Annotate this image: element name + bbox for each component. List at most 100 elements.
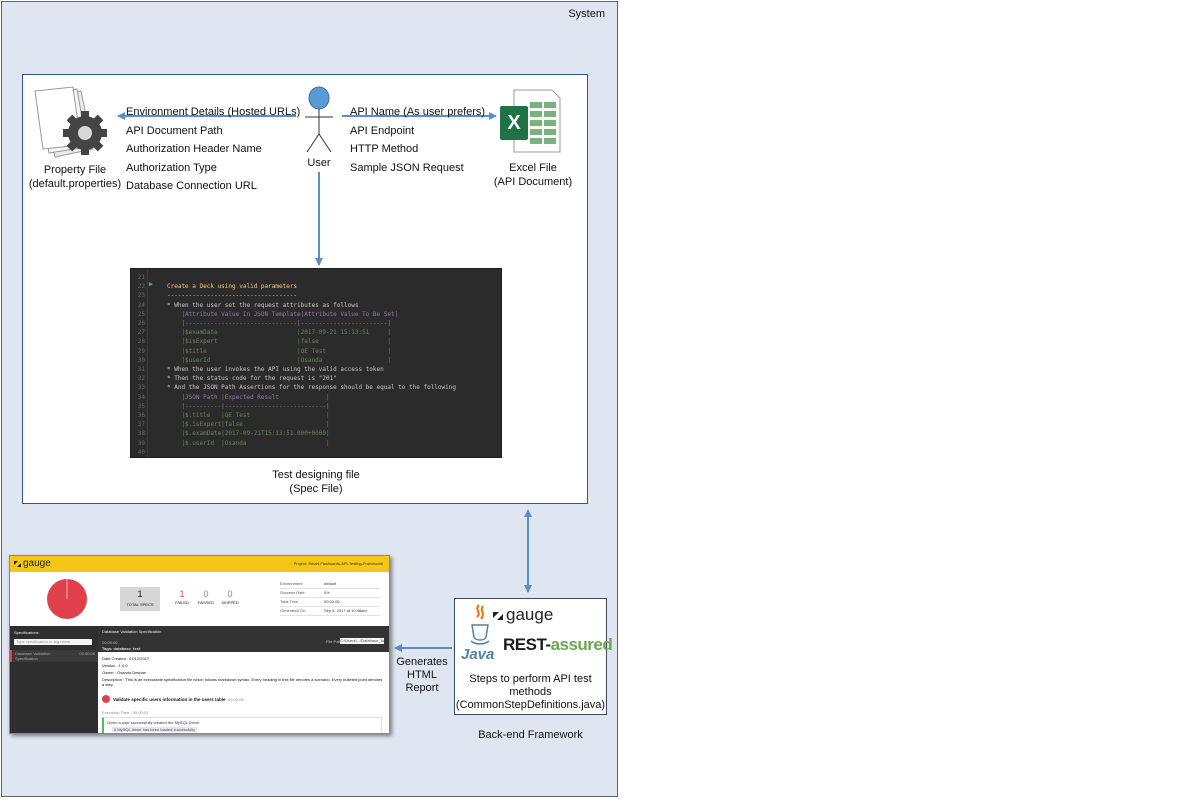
spec-tags: Tags: database_test — [102, 646, 141, 651]
env-row: Generated On Sep 5, 2017 at 10:48am — [280, 607, 380, 616]
code-line: 35 |----------|-------------------------… — [131, 402, 501, 411]
line-text: |-------------------------------|-------… — [167, 320, 391, 327]
line-text: |$isExpert |false | — [167, 338, 391, 346]
spec-header: Database Validation Specification File P… — [98, 626, 389, 652]
line-number: 26 — [137, 320, 145, 327]
java-cup-icon — [470, 604, 490, 645]
line-number: 40 — [137, 448, 145, 456]
spec-caption-line2: (Spec File) — [289, 483, 343, 495]
generates-report-label: Generates HTML Report — [392, 656, 452, 695]
step-text: Given a user successfully created the My… — [107, 720, 200, 725]
line-number: 37 — [137, 421, 145, 429]
passed-stat: 0 PASSED — [194, 589, 218, 605]
line-text: |$title |QE Test | — [167, 347, 391, 355]
total-specs-label: TOTAL SPECS — [126, 602, 154, 607]
html-report-screenshot: gauge Project: Smart-Flashcards-API-Test… — [9, 555, 390, 734]
line-number: 34 — [137, 393, 145, 401]
line-number: 39 — [137, 439, 145, 447]
report-project-title: Project: Smart-Flashcards-API-Testing-Fr… — [293, 561, 383, 566]
generates-line2: HTML — [407, 669, 437, 681]
failed-value: 1 — [179, 589, 185, 599]
property-file-label-line2: (default.properties) — [28, 178, 122, 190]
code-line: 21 — [131, 273, 501, 282]
backend-desc-line2: methods — [509, 686, 552, 698]
report-summary: 1 TOTAL SPECS 1 FAILED 0 PASSED 0 SKIPPE… — [10, 572, 389, 626]
code-line: 28 |$isExpert |false | — [131, 337, 501, 346]
excel-file-label-line2: (API Document) — [493, 176, 573, 188]
excel-file-label-line1: Excel File — [509, 162, 557, 174]
line-text: * And the JSON Path Assertions for the r… — [167, 384, 456, 392]
line-text: |$examDate |2017-09-21 15:13:51 | — [167, 329, 391, 337]
env-key: Generated On — [280, 608, 306, 613]
backend-description: Steps to perform API test methods (Commo… — [455, 673, 606, 712]
api-detail-item: HTTP Method — [350, 143, 419, 155]
backend-desc-line3: (CommonStepDefinitions.java) — [455, 699, 606, 711]
env-row: Success Rate 0% — [280, 589, 380, 598]
env-key: Total Time — [280, 599, 299, 604]
rest-logo-part2: assured — [550, 635, 613, 654]
java-logo: Java — [461, 646, 495, 663]
excel-letter: X — [507, 112, 521, 134]
spec-file-caption: Test designing file (Spec File) — [255, 468, 377, 496]
api-detail-item: API Name (As user prefers) — [350, 106, 486, 118]
line-number: 25 — [137, 310, 145, 318]
code-line: 24 * When the user set the request attrib… — [131, 301, 501, 310]
spec-body-line: Date Created : 07/12/2017 — [102, 656, 150, 661]
code-line: 31 * When the user invokes the API using … — [131, 365, 501, 374]
step-message: # MySQL driver has been loaded successfu… — [112, 727, 198, 732]
line-text: |----------|----------------------------… — [167, 402, 330, 410]
report-main: Database Validation Specification File P… — [98, 626, 389, 733]
line-number: 30 — [137, 356, 145, 364]
report-header: gauge Project: Smart-Flashcards-API-Test… — [10, 556, 389, 572]
report-sidebar: Specifications Type specification or tag… — [10, 626, 98, 733]
code-line: 32 * Then the status code for the request… — [131, 374, 501, 383]
scenario-failed-icon — [102, 695, 110, 703]
code-line: 40 — [131, 448, 501, 457]
property-detail-item: Authorization Header Name — [126, 143, 262, 155]
skipped-label: SKIPPED — [221, 600, 239, 605]
code-line: 38 |$.examDate|2017-09-21T15:13:51.000+0… — [131, 429, 501, 438]
api-details-list: API Name (As user prefers) API Endpoint … — [350, 103, 485, 177]
line-text: |$.examDate|2017-09-21T15:13:51.000+0000… — [167, 430, 330, 438]
execution-time: Execution Time : 00:00:01 — [102, 710, 149, 715]
env-row: Total Time 00:00:06 — [280, 598, 380, 607]
code-line: 25 |Attribute Value In JSON Template|Att… — [131, 310, 501, 319]
property-details-list: Environment Details (Hosted URLs) API Do… — [126, 103, 300, 196]
line-number: 36 — [137, 412, 145, 419]
code-line: 39 |$.userId |Osanda | — [131, 439, 501, 448]
property-file-icon — [34, 86, 107, 158]
code-line: 26 |-------------------------------|----… — [131, 319, 501, 328]
spec-body: Date Created : 07/12/2017 Version : 1.0.… — [102, 656, 384, 687]
line-number: 22 — [137, 283, 145, 291]
env-value: 0% — [324, 590, 330, 595]
line-text: Create a Deck using valid parameters — [167, 283, 298, 291]
property-detail-item: API Document Path — [126, 124, 223, 137]
spec-caption-line1: Test designing file — [272, 469, 360, 481]
line-text: |$userId |Osanda | — [167, 356, 391, 364]
excel-file-label: Excel File (API Document) — [478, 161, 588, 189]
environment-table: Environment default Success Rate 0% Total Ti… — [280, 580, 380, 616]
backend-framework-box: Java gauge REST-assured Steps to perform… — [454, 598, 613, 715]
property-file-label-line1: Property File — [43, 164, 107, 176]
property-detail-item: Environment Details (Hosted URLs) — [126, 106, 301, 118]
sidebar-search-input[interactable]: Type specification or tag name — [14, 639, 92, 645]
env-key: Success Rate — [280, 590, 305, 595]
env-row: Environment default — [280, 580, 380, 589]
line-text: |JSON Path |Expected Result | — [167, 393, 330, 401]
line-number: 24 — [137, 301, 145, 309]
sidebar-spec-item[interactable]: Database Validation Specification 00:00:… — [10, 650, 98, 662]
spec-body-line: Version : 1.0.0 — [102, 663, 128, 668]
user-actor-icon — [305, 86, 333, 153]
skipped-value: 0 — [227, 589, 233, 599]
step-box: Given a user successfully created the My… — [102, 717, 382, 733]
code-line: 36 |$.title |QE Test | — [131, 411, 501, 420]
code-line: 29 |$title |QE Test | — [131, 347, 501, 356]
code-line: 23 ------------------------------------ — [131, 291, 501, 300]
property-detail-item: Database Connection URL — [126, 180, 257, 192]
code-line: 33 * And the JSON Path Assertions for the… — [131, 383, 501, 392]
generates-line3: Report — [405, 682, 439, 694]
user-label: User — [307, 157, 331, 169]
report-gauge-logo-icon — [14, 561, 21, 567]
property-file-label: Property File (default.properties) — [15, 163, 135, 191]
line-number: 31 — [137, 366, 145, 373]
